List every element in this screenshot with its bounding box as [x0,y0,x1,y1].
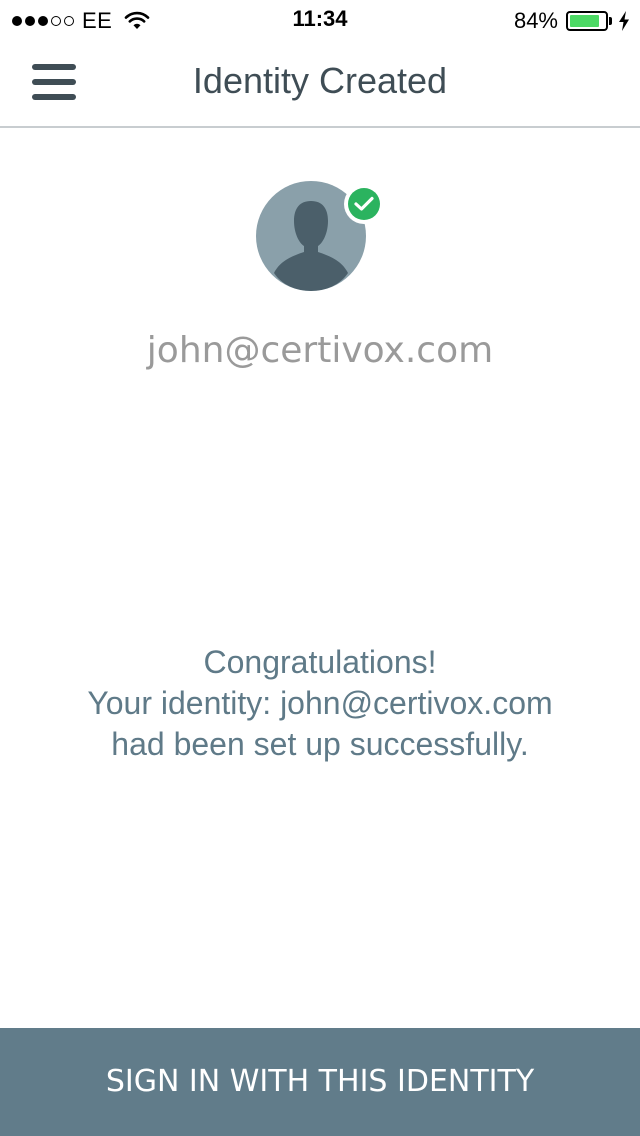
verified-badge-circle [348,188,380,220]
navigation-bar: Identity Created [0,40,640,128]
success-message: Congratulations! Your identity: john@cer… [0,642,640,765]
page-title: Identity Created [192,60,448,101]
battery-tip [609,17,612,25]
battery-level-fill [570,15,599,27]
checkmark-icon [354,196,374,211]
sign-in-button[interactable]: SIGN IN WITH THIS IDENTITY [0,1028,640,1136]
status-right: 84% [514,8,630,34]
battery-icon [566,11,608,31]
message-line-identity: Your identity: john@certivox.com [87,685,553,721]
identity-created-screen: EE 11:34 84% Identity Created john@certi… [0,0,640,1136]
identity-email: john@certivox.com [146,330,494,371]
message-line-success: had been set up successfully. [111,726,529,762]
charging-bolt-icon [619,11,629,31]
verified-badge [344,184,384,224]
status-bar: EE 11:34 84% [0,0,640,40]
message-line-congratulations: Congratulations! [203,644,437,680]
battery-percentage: 84% [513,8,558,33]
